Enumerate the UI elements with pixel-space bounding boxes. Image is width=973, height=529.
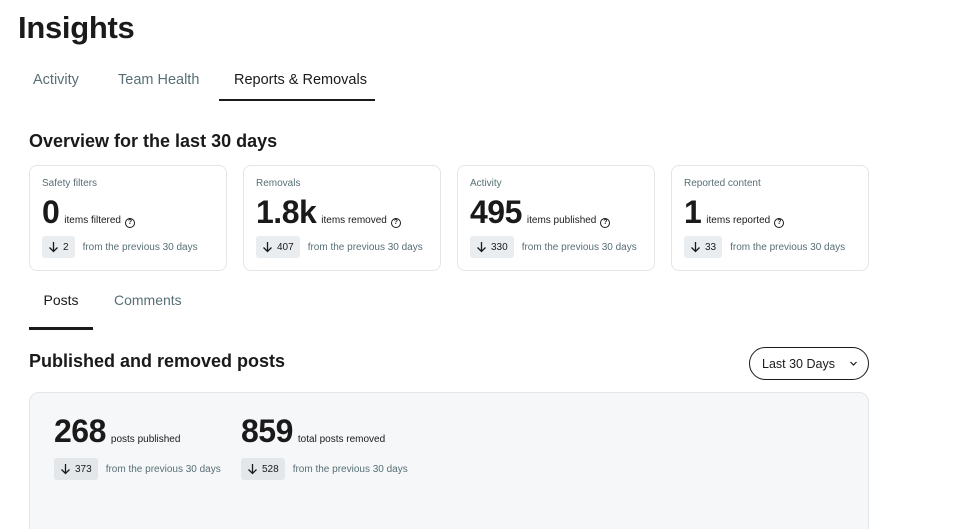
card-unit: items removed: [321, 215, 387, 226]
published-removed-title: Published and removed posts: [29, 351, 286, 371]
delta-row: 373 from the previous 30 days: [54, 458, 221, 480]
delta-badge: 33: [684, 236, 723, 258]
card-removals: Removals 1.8k items removed ? 407 from t…: [243, 165, 441, 271]
page-title: Insights: [18, 10, 135, 45]
card-value: 1: [684, 194, 702, 230]
card-unit: items published: [526, 215, 597, 226]
delta-text: from the previous 30 days: [292, 463, 408, 475]
delta-row: 330 from the previous 30 days: [470, 236, 637, 258]
card-label: Activity: [470, 178, 502, 189]
card-reported-content: Reported content 1 items reported ? 33 f…: [671, 165, 869, 271]
delta-value: 33: [705, 241, 717, 253]
delta-value: 373: [75, 463, 92, 475]
delta-badge: 528: [241, 458, 285, 480]
tab-activity[interactable]: Activity: [18, 62, 94, 101]
delta-text: from the previous 30 days: [521, 241, 637, 253]
posts-stats-panel: 268 posts published 373 from the previou…: [29, 392, 869, 529]
delta-value: 2: [63, 241, 69, 253]
info-circle-icon[interactable]: ?: [390, 218, 401, 228]
arrow-down-icon: [691, 242, 700, 253]
card-metric: 495 items published ?: [470, 194, 611, 231]
info-circle-icon[interactable]: ?: [774, 218, 785, 228]
card-label: Safety filters: [42, 178, 98, 189]
arrow-down-icon: [61, 464, 70, 475]
stat-value: 859: [241, 413, 293, 449]
delta-row: 528 from the previous 30 days: [241, 458, 408, 480]
card-metric: 1.8k items removed ?: [256, 194, 401, 231]
delta-text: from the previous 30 days: [105, 463, 221, 475]
arrow-down-icon: [263, 242, 272, 253]
stat-unit: total posts removed: [297, 434, 386, 445]
stat-metric: 859 total posts removed: [241, 413, 408, 450]
stat-unit: posts published: [110, 434, 181, 445]
card-metric: 1 items reported ?: [684, 194, 785, 231]
card-activity: Activity 495 items published ? 330 from …: [457, 165, 655, 271]
tab-comments[interactable]: Comments: [114, 286, 182, 330]
delta-badge: 407: [256, 236, 300, 258]
delta-value: 330: [491, 241, 508, 253]
delta-value: 407: [277, 241, 294, 253]
delta-row: 407 from the previous 30 days: [256, 236, 423, 258]
card-unit: items filtered: [64, 215, 121, 226]
delta-row: 33 from the previous 30 days: [684, 236, 845, 258]
stat-posts-published: 268 posts published 373 from the previou…: [54, 413, 221, 480]
card-value: 495: [470, 194, 522, 230]
delta-badge: 330: [470, 236, 514, 258]
info-circle-icon[interactable]: ?: [600, 218, 611, 228]
tab-reports-removals[interactable]: Reports & Removals: [219, 62, 375, 101]
card-value: 1.8k: [256, 194, 317, 230]
tab-team-health[interactable]: Team Health: [94, 62, 219, 101]
card-safety-filters: Safety filters 0 items filtered ? 2 from…: [29, 165, 227, 271]
stat-value: 268: [54, 413, 106, 449]
delta-text: from the previous 30 days: [730, 241, 846, 253]
date-range-select[interactable]: Last 30 Days: [749, 347, 869, 380]
card-value: 0: [42, 194, 60, 230]
delta-row: 2 from the previous 30 days: [42, 236, 198, 258]
delta-badge: 373: [54, 458, 98, 480]
card-label: Removals: [256, 178, 301, 189]
delta-text: from the previous 30 days: [82, 241, 198, 253]
stat-metric: 268 posts published: [54, 413, 221, 450]
info-circle-icon[interactable]: ?: [124, 218, 135, 228]
arrow-down-icon: [248, 464, 257, 475]
chevron-down-icon: [850, 361, 857, 366]
insights-tabs: Activity Team Health Reports & Removals: [18, 62, 375, 102]
card-unit: items reported: [706, 215, 771, 226]
delta-value: 528: [262, 463, 279, 475]
overview-title: Overview for the last 30 days: [29, 131, 278, 151]
card-metric: 0 items filtered ?: [42, 194, 135, 231]
arrow-down-icon: [49, 242, 58, 253]
date-range-value: Last 30 Days: [762, 356, 835, 371]
tab-posts[interactable]: Posts: [29, 286, 93, 330]
delta-badge: 2: [42, 236, 75, 258]
content-type-tabs: Posts Comments: [29, 286, 182, 330]
delta-text: from the previous 30 days: [307, 241, 423, 253]
stat-posts-removed: 859 total posts removed 528 from the pre…: [241, 413, 408, 480]
card-label: Reported content: [684, 178, 761, 189]
arrow-down-icon: [477, 242, 486, 253]
